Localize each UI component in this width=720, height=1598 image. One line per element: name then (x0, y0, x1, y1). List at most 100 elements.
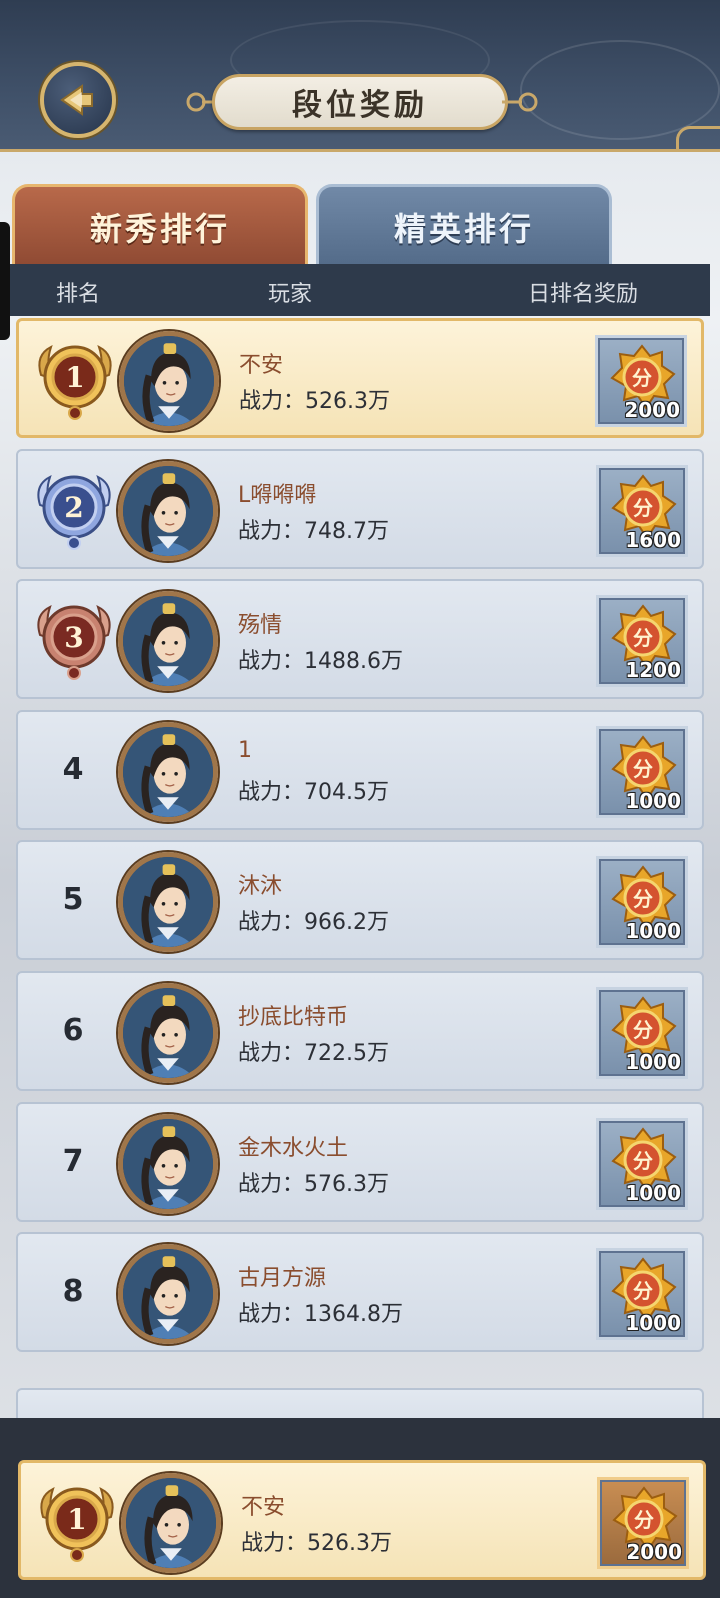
player-power: 战力：704.5万 (238, 774, 389, 806)
rank-number: 6 (62, 1013, 84, 1048)
power-value: 966.2万 (304, 910, 389, 935)
reward-count: 1000 (625, 789, 681, 813)
reward-item[interactable]: 1200 (596, 595, 688, 687)
player-name: 金木水火土 (238, 1136, 349, 1161)
power-label: 战力： (238, 1302, 305, 1327)
power-label: 战力： (238, 649, 305, 674)
page-title: 段位奖励 (292, 88, 428, 123)
player-avatar[interactable] (118, 591, 218, 691)
player-name: 沐沐 (238, 874, 283, 899)
reward-item[interactable]: 2000 (597, 1477, 689, 1569)
ranking-row[interactable]: 4 1 战力：704.5万 1000 (16, 710, 704, 830)
player-avatar[interactable] (118, 1244, 218, 1344)
player-avatar[interactable] (121, 1473, 221, 1573)
power-value: 1364.8万 (304, 1302, 403, 1327)
player-power: 战力：526.3万 (239, 383, 390, 415)
ranking-row[interactable]: 8 古月方源 战力：1364.8万 1000 (16, 1232, 704, 1352)
ranking-row[interactable]: 2 L嘚嘚嘚 战力：748.7万 1600 (16, 449, 704, 569)
gold-medal-icon: 1 (38, 345, 112, 420)
title-ornament-icon (502, 92, 538, 112)
player-power: 战力：526.3万 (241, 1525, 392, 1557)
ranking-row[interactable]: 1 不安 战力：526.3万 2000 (18, 1460, 706, 1580)
ranking-row[interactable]: 1 不安 战力：526.3万 2000 (16, 318, 704, 438)
reward-count: 1000 (625, 919, 681, 943)
power-label: 战力： (238, 910, 305, 935)
medal-rank-number: 1 (67, 1503, 86, 1536)
player-name: 不安 (241, 1495, 286, 1520)
reward-item[interactable]: 1000 (596, 1118, 688, 1210)
player-name: 1 (238, 738, 252, 763)
power-label: 战力： (241, 1531, 308, 1556)
tab-elite-ranking[interactable]: 精英排行 (316, 184, 612, 266)
medal-rank-number: 1 (65, 361, 84, 394)
power-value: 704.5万 (304, 780, 389, 805)
rank-number: 7 (62, 1144, 84, 1179)
power-label: 战力： (238, 1041, 305, 1066)
rank-number: 5 (62, 882, 84, 917)
tab-rookie-ranking[interactable]: 新秀排行 (12, 184, 308, 266)
ranking-row[interactable]: 6 抄底比特币 战力：722.5万 1000 (16, 971, 704, 1091)
power-value: 526.3万 (307, 1531, 392, 1556)
player-power: 战力：966.2万 (238, 904, 389, 936)
reward-item[interactable]: 1000 (596, 1248, 688, 1340)
tab-label: 新秀排行 (89, 209, 230, 248)
tab-label: 精英排行 (393, 209, 534, 248)
reward-count: 1000 (625, 1311, 681, 1335)
power-value: 526.3万 (305, 389, 390, 414)
reward-item[interactable]: 1000 (596, 726, 688, 818)
player-power: 战力：576.3万 (238, 1166, 389, 1198)
rank-number: 8 (62, 1274, 84, 1309)
medal-rank-number: 3 (64, 621, 83, 654)
bronze-medal-icon: 3 (37, 605, 111, 680)
column-reward: 日排名奖励 (528, 282, 639, 307)
player-power: 战力：1364.8万 (238, 1296, 403, 1328)
column-rank: 排名 (56, 282, 101, 307)
column-header: 排名 玩家 日排名奖励 (10, 264, 710, 316)
back-arrow-icon (60, 84, 93, 116)
player-avatar[interactable] (118, 722, 218, 822)
header-cloud-decoration (520, 40, 720, 140)
player-avatar[interactable] (118, 852, 218, 952)
player-power: 战力：722.5万 (238, 1035, 389, 1067)
rank-number: 4 (62, 752, 84, 787)
player-name: 抄底比特币 (238, 1005, 349, 1030)
player-name: L嘚嘚嘚 (238, 483, 317, 508)
page-title-plate: 段位奖励 (212, 74, 508, 130)
reward-item[interactable]: 1600 (596, 465, 688, 557)
power-value: 576.3万 (304, 1172, 389, 1197)
power-label: 战力： (238, 1172, 305, 1197)
player-name: 殇情 (238, 613, 283, 638)
ranking-row[interactable]: 7 金木水火土 战力：576.3万 1000 (16, 1102, 704, 1222)
reward-count: 1000 (625, 1050, 681, 1074)
reward-item[interactable]: 1000 (596, 987, 688, 1079)
player-avatar[interactable] (118, 1114, 218, 1214)
player-power: 战力：1488.6万 (238, 643, 403, 675)
reward-count: 1200 (625, 658, 681, 682)
reward-item[interactable]: 2000 (595, 335, 687, 427)
reward-count: 1600 (625, 528, 681, 552)
player-avatar[interactable] (118, 983, 218, 1083)
player-power: 战力：748.7万 (238, 513, 389, 545)
power-value: 722.5万 (304, 1041, 389, 1066)
silver-medal-icon: 2 (37, 475, 111, 550)
power-value: 1488.6万 (304, 649, 403, 674)
power-label: 战力： (238, 519, 305, 544)
player-avatar[interactable] (119, 331, 219, 431)
header-corner-ornament (676, 126, 720, 152)
medal-rank-number: 2 (64, 491, 83, 524)
player-avatar[interactable] (118, 461, 218, 561)
reward-count: 1000 (625, 1181, 681, 1205)
side-marker (0, 222, 10, 340)
reward-count: 2000 (626, 1540, 682, 1564)
reward-count: 2000 (624, 398, 680, 422)
reward-item[interactable]: 1000 (596, 856, 688, 948)
back-button[interactable] (40, 62, 116, 138)
power-value: 748.7万 (304, 519, 389, 544)
power-label: 战力： (238, 780, 305, 805)
gold-medal-icon: 1 (40, 1487, 114, 1562)
player-name: 古月方源 (238, 1266, 327, 1291)
player-name: 不安 (239, 353, 284, 378)
ranking-row[interactable]: 3 殇情 战力：1488.6万 1200 (16, 579, 704, 699)
ranking-row[interactable]: 5 沐沐 战力：966.2万 1000 (16, 840, 704, 960)
power-label: 战力： (239, 389, 306, 414)
